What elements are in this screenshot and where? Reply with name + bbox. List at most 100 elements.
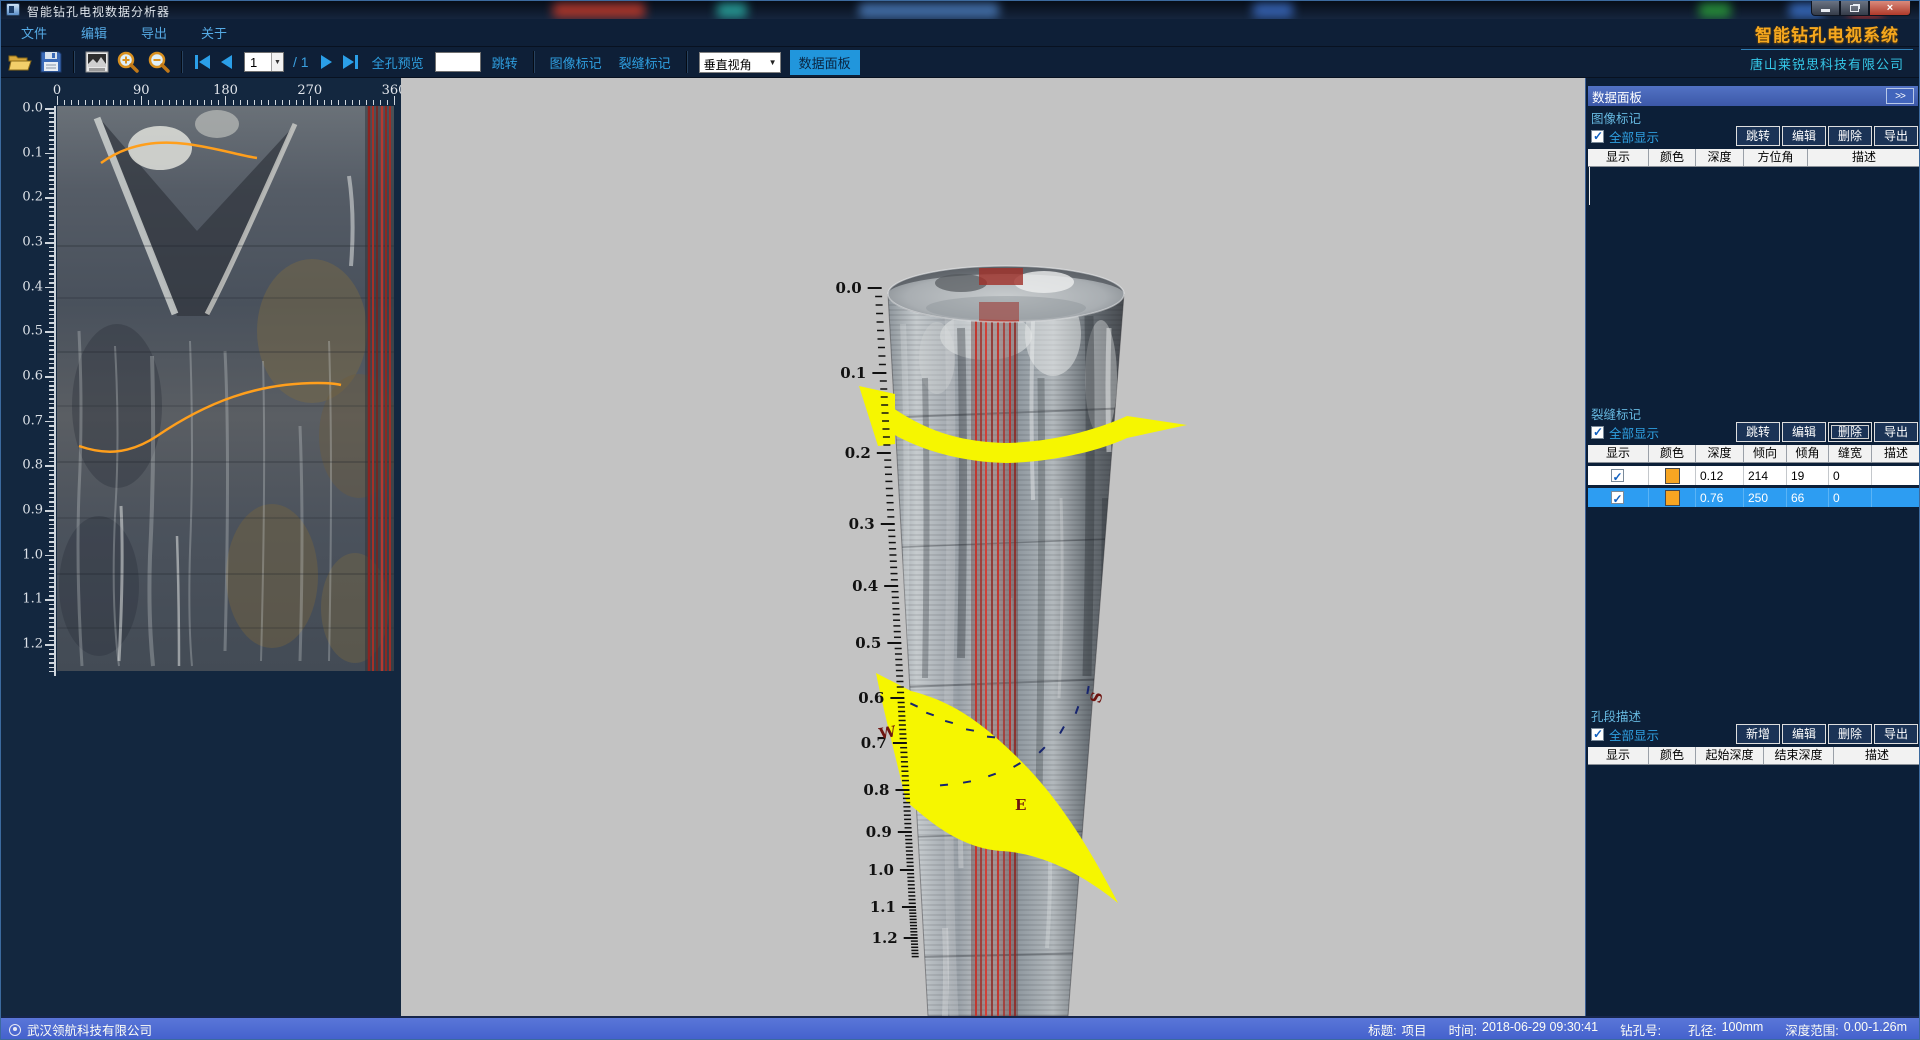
window-title: 智能钻孔电视数据分析器 (27, 3, 170, 19)
edit-button[interactable]: 编辑 (1782, 126, 1826, 146)
image-adjust-button[interactable] (84, 50, 110, 74)
color-swatch[interactable] (1665, 468, 1680, 484)
fracture-row-2-selected[interactable]: 0.76 250 66 0 (1588, 488, 1920, 507)
add-button[interactable]: 新增 (1736, 724, 1780, 744)
close-icon: × (1887, 2, 1893, 14)
borehole-image-2d[interactable] (57, 106, 394, 671)
ruler-tick (57, 96, 58, 105)
ruler-tick (49, 649, 54, 651)
menu-edit[interactable]: 编辑 (67, 19, 121, 46)
prev-page-button[interactable] (218, 53, 235, 71)
ruler-tick (49, 443, 54, 445)
ruler-tick (331, 100, 332, 105)
app-window: 智能钻孔电视数据分析器 × 文件 编辑 导出 关于 (0, 0, 1920, 1040)
color-swatch[interactable] (1665, 490, 1680, 506)
open-file-button[interactable] (7, 50, 33, 74)
ruler-tick (49, 157, 54, 159)
ruler-tick (49, 193, 54, 195)
ruler-tick (49, 474, 54, 476)
delete-button[interactable]: 删除 (1828, 126, 1872, 146)
ruler-tick (49, 658, 54, 660)
fracture-row-1[interactable]: 0.12 214 19 0 (1588, 466, 1920, 485)
last-page-button[interactable] (340, 53, 361, 71)
edit-button[interactable]: 编辑 (1782, 422, 1826, 442)
maximize-button[interactable] (1840, 1, 1869, 16)
jump-button[interactable]: 跳转 (1736, 422, 1780, 442)
row-show-checkbox[interactable] (1611, 491, 1624, 504)
col-desc: 描述 (1872, 445, 1920, 462)
ruler-tick (49, 586, 54, 588)
ruler-tick (45, 376, 54, 378)
next-page-button[interactable] (318, 53, 335, 71)
edit-button[interactable]: 编辑 (1782, 724, 1826, 744)
ruler-tick (49, 403, 54, 405)
ruler-tick (148, 100, 149, 105)
full-hole-preview-button[interactable]: 全孔预览 (366, 50, 430, 75)
show-all-label: 全部显示 (1609, 725, 1659, 744)
ruler-tick (345, 100, 346, 105)
delete-button[interactable]: 删除 (1828, 724, 1872, 744)
ruler-tick (45, 331, 54, 333)
menu-export[interactable]: 导出 (127, 19, 181, 46)
export-button[interactable]: 导出 (1874, 724, 1918, 744)
col-dip-direction: 倾向 (1744, 445, 1787, 462)
delete-button[interactable]: 删除 (1828, 422, 1872, 442)
system-title: 智能钻孔电视系统 (1741, 21, 1913, 50)
row-show-checkbox[interactable] (1611, 469, 1624, 482)
show-all-checkbox[interactable] (1591, 130, 1604, 143)
jump-button[interactable]: 跳转 (1736, 126, 1780, 146)
jump-button[interactable]: 跳转 (486, 50, 524, 75)
window-titlebar[interactable]: 智能钻孔电视数据分析器 × (1, 1, 1920, 19)
image-marker-mode-button[interactable]: 图像标记 (544, 50, 608, 75)
ruler-tick (176, 100, 177, 105)
data-panel-toggle-button[interactable]: 数据面板 (790, 50, 860, 75)
show-all-checkbox[interactable] (1591, 426, 1604, 439)
save-button[interactable] (38, 50, 64, 74)
ruler-tick (49, 278, 54, 280)
ruler-tick (49, 546, 54, 548)
red-stripe-band-3d (971, 288, 1018, 1016)
collapse-panel-button[interactable]: >> (1886, 88, 1914, 104)
export-button[interactable]: 导出 (1874, 126, 1918, 146)
first-page-button[interactable] (192, 53, 213, 71)
depth-label-2d: 1.2 (9, 637, 43, 652)
page-number-spinner[interactable]: 1 ▼ (244, 52, 284, 72)
viewer-3d[interactable]: 0.00.10.20.30.40.50.60.70.80.91.01.11.2 … (401, 78, 1585, 1016)
jump-depth-input[interactable] (435, 52, 481, 72)
ruler-tick (359, 100, 360, 105)
ruler-tick (134, 100, 135, 105)
ruler-tick (49, 336, 54, 338)
page-number-value: 1 (245, 53, 271, 71)
ruler-tick (49, 506, 54, 508)
fracture-marker-mode-button[interactable]: 裂缝标记 (613, 50, 677, 75)
ruler-tick (113, 100, 114, 105)
col-color: 颜色 (1649, 747, 1696, 764)
depth-label-2d: 0.9 (9, 503, 43, 518)
zoom-out-button[interactable] (146, 50, 172, 74)
depth-label-2d: 1.0 (9, 547, 43, 562)
ruler-tick (49, 640, 54, 642)
depth-label-3d: 0.5 (855, 634, 881, 652)
show-all-checkbox[interactable] (1591, 728, 1604, 741)
ruler-tick (49, 671, 54, 673)
ruler-tick (45, 197, 54, 199)
status-title: 标题:项目 (1368, 1020, 1427, 1039)
view-angle-select[interactable]: 垂直视角 ▼ (699, 52, 781, 73)
ruler-tick (120, 100, 121, 105)
ruler-tick (45, 242, 54, 244)
chevron-down-icon[interactable]: ▼ (271, 53, 283, 71)
zoom-in-button[interactable] (115, 50, 141, 74)
data-panel-title: 数据面板 (1592, 87, 1642, 106)
export-button[interactable]: 导出 (1874, 422, 1918, 442)
ruler-tick (268, 100, 269, 105)
minimize-button[interactable] (1811, 1, 1840, 16)
ruler-tick (49, 220, 54, 222)
menu-about[interactable]: 关于 (187, 19, 241, 46)
close-button[interactable]: × (1869, 1, 1911, 16)
menu-file[interactable]: 文件 (7, 19, 61, 46)
main-area: 090180270360 0.00.10.20.30.40.50.60.70.8… (1, 78, 1920, 1016)
last-page-icon (343, 55, 354, 69)
fracture-markers-title: 裂缝标记 (1588, 404, 1920, 420)
col-start-depth: 起始深度 (1696, 747, 1764, 764)
depth-label-2d: 0.7 (9, 413, 43, 428)
